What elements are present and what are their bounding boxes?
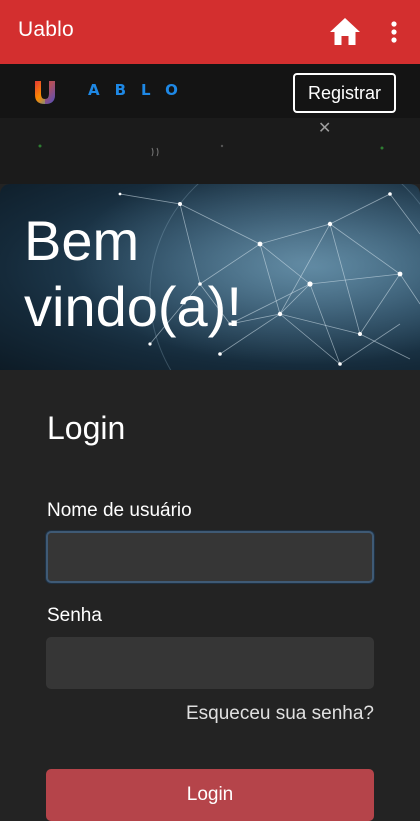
more-vert-icon[interactable] — [384, 18, 404, 46]
site-header: ABLO Registrar — [0, 64, 420, 118]
login-form: Login Nome de usuário Senha Esqueceu sua… — [0, 370, 420, 821]
home-icon[interactable] — [328, 16, 362, 48]
ad-strip: ✕ — [0, 118, 420, 184]
username-field[interactable] — [46, 531, 374, 583]
app-title: Uablo — [18, 18, 74, 41]
welcome-title: Bem vindo(a)! — [24, 209, 242, 338]
forgot-password-link[interactable]: Esqueceu sua senha? — [186, 703, 374, 725]
uablo-logo[interactable]: ABLO — [30, 78, 178, 106]
login-button[interactable]: Login — [46, 769, 374, 821]
app-bar: Uablo — [0, 0, 420, 64]
register-button[interactable]: Registrar — [293, 73, 396, 113]
password-field[interactable] — [46, 637, 374, 689]
logo-text: ABLO — [88, 81, 193, 99]
username-label: Nome de usuário — [47, 500, 192, 521]
password-label: Senha — [47, 605, 102, 626]
login-heading: Login — [47, 410, 126, 446]
welcome-banner: Bem vindo(a)! — [0, 184, 420, 370]
